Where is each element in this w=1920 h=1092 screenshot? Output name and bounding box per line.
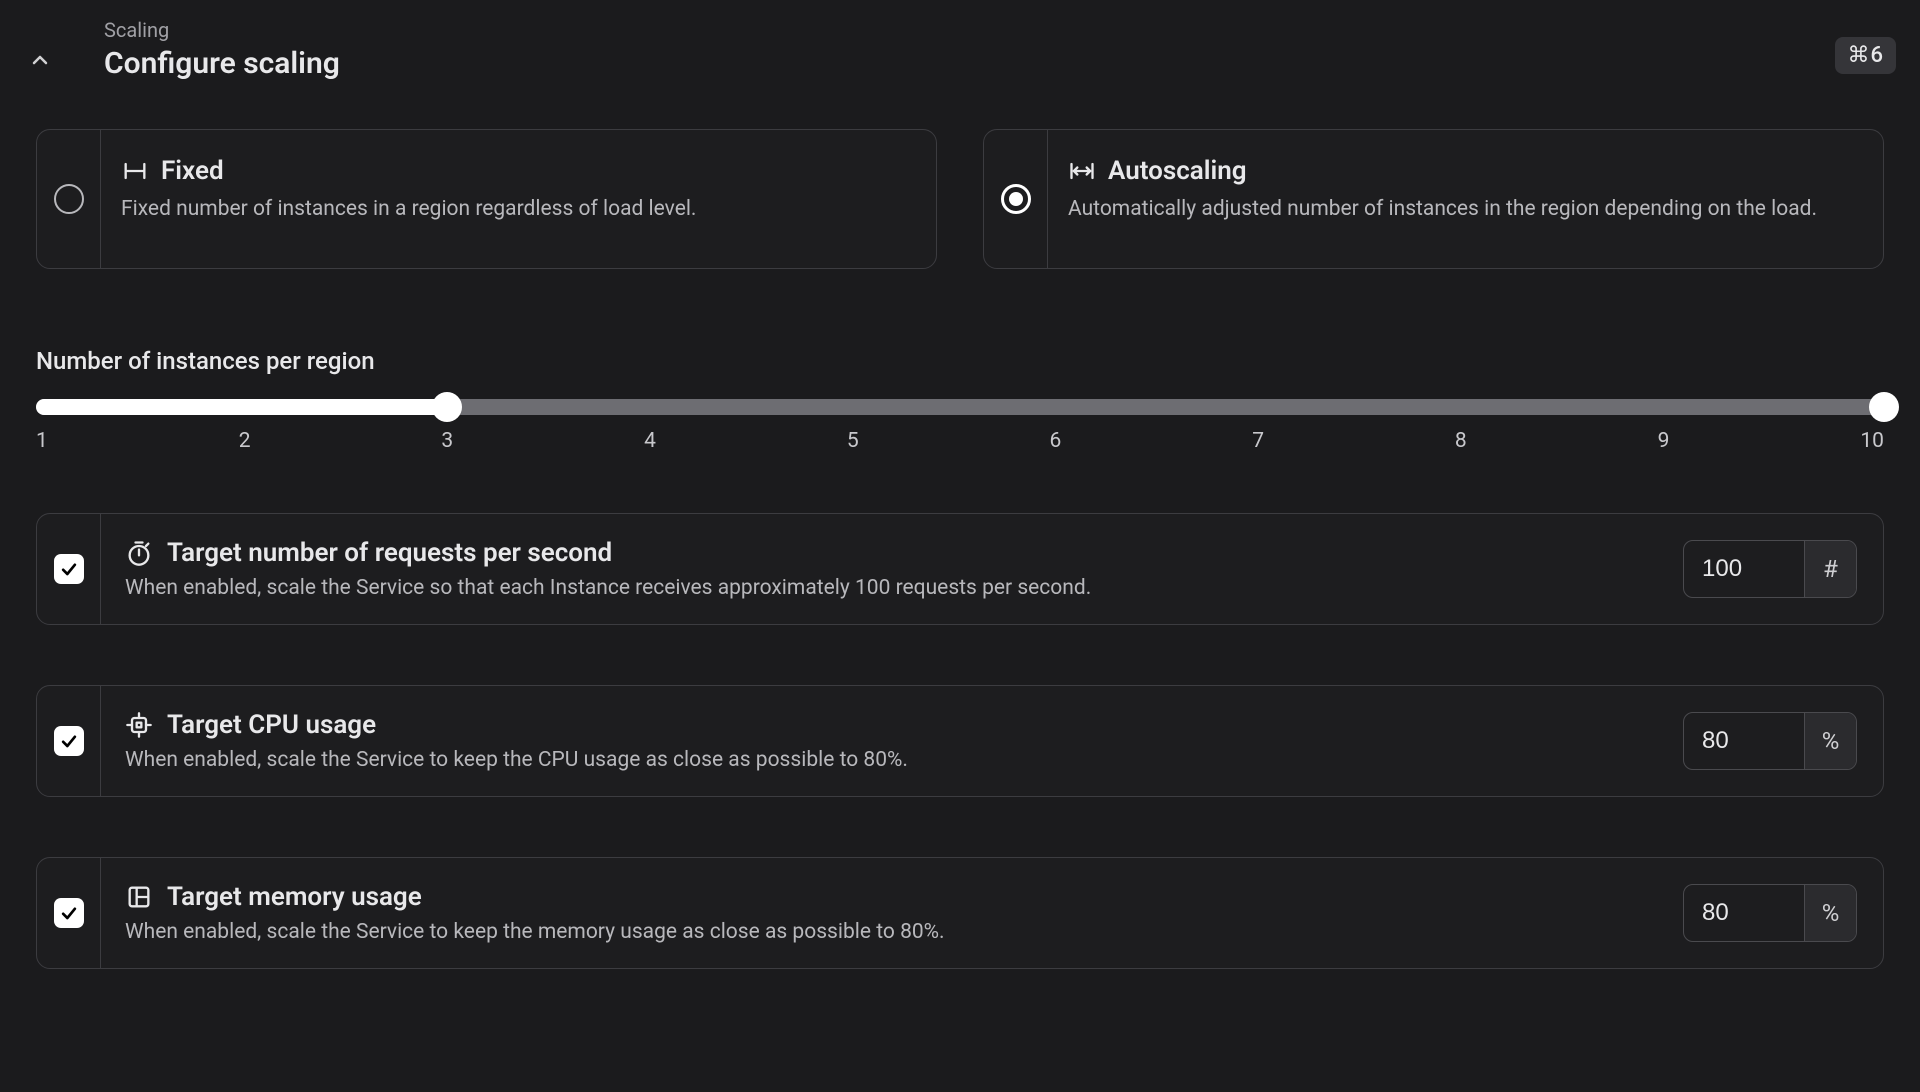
section-eyebrow: Scaling <box>104 18 1803 42</box>
collapse-toggle[interactable] <box>24 48 56 72</box>
slider-tick: 6 <box>1050 429 1062 453</box>
checkbox-memory[interactable] <box>54 898 84 928</box>
metric-cpu-desc: When enabled, scale the Service to keep … <box>125 748 1683 772</box>
autoscale-icon <box>1068 157 1096 185</box>
metric-rps-unit: # <box>1804 541 1856 597</box>
option-autoscaling-desc: Automatically adjusted number of instanc… <box>1068 194 1859 224</box>
metric-memory-input-group: % <box>1683 884 1857 942</box>
option-autoscaling[interactable]: Autoscaling Automatically adjusted numbe… <box>983 129 1884 269</box>
option-fixed[interactable]: Fixed Fixed number of instances in a reg… <box>36 129 937 269</box>
instances-slider-thumb-low[interactable] <box>432 392 462 422</box>
check-icon <box>59 903 79 923</box>
option-fixed-desc: Fixed number of instances in a region re… <box>121 194 912 224</box>
fixed-width-icon <box>121 157 149 185</box>
checkbox-cpu[interactable] <box>54 726 84 756</box>
checkbox-rps[interactable] <box>54 554 84 584</box>
layout-icon <box>125 883 153 911</box>
keyboard-shortcut-badge: ⌘6 <box>1835 37 1896 74</box>
slider-tick: 10 <box>1860 429 1884 453</box>
slider-tick: 4 <box>644 429 656 453</box>
slider-tick: 5 <box>847 429 859 453</box>
check-icon <box>59 731 79 751</box>
metric-cpu-input[interactable] <box>1684 713 1804 769</box>
slider-tick: 9 <box>1658 429 1670 453</box>
metric-cpu-usage: Target CPU usage When enabled, scale the… <box>36 685 1884 797</box>
metric-memory-usage: Target memory usage When enabled, scale … <box>36 857 1884 969</box>
instances-slider-ticks: 1 2 3 4 5 6 7 8 9 10 <box>36 429 1884 453</box>
metric-cpu-title: Target CPU usage <box>167 710 376 740</box>
metric-rps-input[interactable] <box>1684 541 1804 597</box>
slider-tick: 1 <box>36 429 48 453</box>
metric-cpu-input-group: % <box>1683 712 1857 770</box>
option-fixed-title: Fixed <box>161 156 224 186</box>
slider-tick: 3 <box>441 429 453 453</box>
metric-rps-desc: When enabled, scale the Service so that … <box>125 576 1683 600</box>
chevron-up-icon <box>28 48 52 72</box>
check-icon <box>59 559 79 579</box>
instances-slider-block: Number of instances per region 1 2 3 4 5 6 7 8 9… <box>36 347 1884 453</box>
page-title: Configure scaling <box>104 46 1803 81</box>
metric-memory-title: Target memory usage <box>167 882 422 912</box>
metric-rps-input-group: # <box>1683 540 1857 598</box>
metric-rps-title: Target number of requests per second <box>167 538 612 568</box>
metric-memory-desc: When enabled, scale the Service to keep … <box>125 920 1683 944</box>
metric-memory-input[interactable] <box>1684 885 1804 941</box>
section-header: Scaling Configure scaling ⌘6 <box>0 0 1920 93</box>
cpu-icon <box>125 711 153 739</box>
instances-slider-thumb-high[interactable] <box>1869 392 1899 422</box>
metric-requests-per-second: Target number of requests per second Whe… <box>36 513 1884 625</box>
slider-tick: 7 <box>1252 429 1264 453</box>
instances-slider-track[interactable] <box>36 399 1884 415</box>
scaling-mode-options: Fixed Fixed number of instances in a reg… <box>36 129 1884 269</box>
radio-fixed[interactable] <box>54 184 84 214</box>
metric-cpu-unit: % <box>1804 713 1856 769</box>
metric-memory-unit: % <box>1804 885 1856 941</box>
option-autoscaling-title: Autoscaling <box>1108 156 1247 186</box>
instances-slider-label: Number of instances per region <box>36 347 1884 375</box>
radio-autoscaling[interactable] <box>1001 184 1031 214</box>
stopwatch-icon <box>125 539 153 567</box>
slider-tick: 2 <box>239 429 251 453</box>
slider-tick: 8 <box>1455 429 1467 453</box>
